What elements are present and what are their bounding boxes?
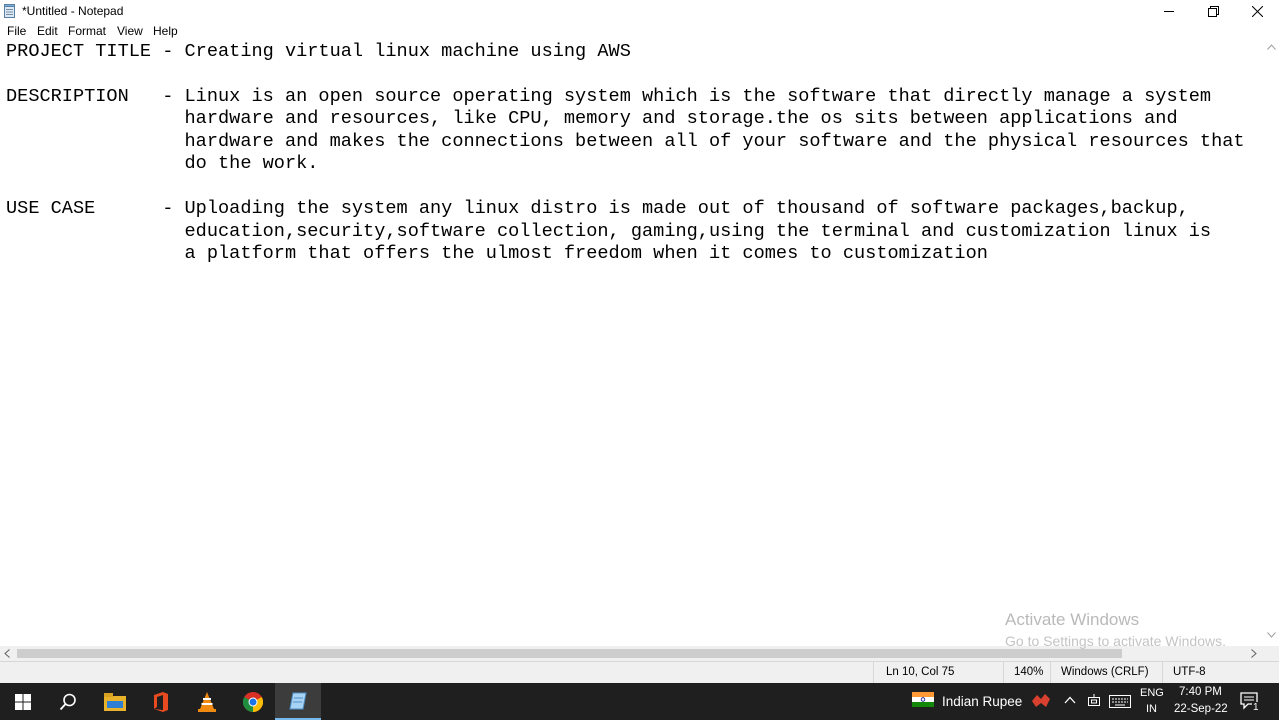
vlc-icon (198, 691, 216, 712)
status-bar: Ln 10, Col 75 140% Windows (CRLF) UTF-8 (0, 661, 1279, 684)
chrome-icon (243, 691, 263, 712)
text-line: hardware and resources, like CPU, memory… (6, 108, 1178, 129)
scroll-up-icon[interactable] (1267, 44, 1276, 50)
menu-format[interactable]: Format (68, 24, 106, 38)
menu-view[interactable]: View (117, 24, 143, 38)
search-icon (59, 693, 76, 710)
notepad-icon (4, 4, 15, 18)
clock-date[interactable]: 22-Sep-22 (1174, 703, 1228, 715)
title-bar: *Untitled - Notepad (0, 0, 1279, 22)
notepad-icon (289, 692, 307, 709)
vertical-scrollbar[interactable] (1264, 40, 1279, 646)
activation-watermark-title: Activate Windows (1005, 610, 1140, 629)
notification-count: 1 (1252, 702, 1260, 713)
horizontal-scroll-thumb[interactable] (17, 649, 1122, 658)
keyboard-icon[interactable] (1109, 695, 1131, 708)
file-explorer-icon (104, 692, 126, 711)
scroll-left-icon[interactable] (4, 649, 10, 658)
close-button[interactable] (1235, 0, 1279, 22)
encoding: UTF-8 (1173, 666, 1206, 678)
close-icon (1251, 5, 1263, 17)
taskbar-notepad[interactable] (275, 683, 321, 720)
minimize-button[interactable] (1147, 0, 1191, 22)
taskbar-vlc[interactable] (184, 683, 230, 720)
activation-watermark-subtitle: Go to Settings to activate Windows. (1005, 633, 1226, 649)
text-line: PROJECT TITLE - Creating virtual linux m… (6, 41, 631, 62)
taskbar: Indian Rupee ENG IN 7:40 PM 22-Sep-22 1 (0, 683, 1279, 720)
menu-edit[interactable]: Edit (37, 24, 58, 38)
antivirus-icon[interactable] (1031, 693, 1051, 709)
text-line: do the work. (6, 153, 319, 174)
text-line: hardware and makes the connections betwe… (6, 131, 1245, 152)
text-line: education,security,software collection, … (6, 221, 1212, 242)
text-line: DESCRIPTION - Linux is an open source op… (6, 86, 1212, 107)
window-title: *Untitled - Notepad (22, 4, 124, 18)
minimize-icon (1164, 11, 1174, 12)
clock-time[interactable]: 7:40 PM (1179, 686, 1222, 698)
windows-start-icon (15, 693, 31, 710)
start-button[interactable] (0, 683, 46, 720)
text-line: USE CASE - Uploading the system any linu… (6, 198, 1189, 219)
text-line: a platform that offers the ulmost freedo… (6, 243, 988, 264)
language-indicator-top[interactable]: ENG (1140, 687, 1164, 699)
menu-help[interactable]: Help (153, 24, 178, 38)
cursor-position: Ln 10, Col 75 (886, 666, 955, 678)
india-flag-icon (912, 692, 934, 707)
chevron-up-icon[interactable] (1064, 696, 1076, 704)
menu-file[interactable]: File (7, 24, 26, 38)
network-icon[interactable] (1087, 693, 1101, 709)
scroll-down-icon[interactable] (1267, 632, 1276, 638)
taskbar-chrome[interactable] (230, 683, 276, 720)
menu-bar: File Edit Format View Help (0, 22, 1279, 40)
search-button[interactable] (45, 683, 91, 720)
text-editor[interactable]: PROJECT TITLE - Creating virtual linux m… (0, 40, 1264, 646)
line-ending: Windows (CRLF) (1061, 666, 1149, 678)
language-indicator-bottom[interactable]: IN (1146, 703, 1157, 715)
office-icon (154, 691, 168, 712)
zoom-level: 140% (1014, 666, 1044, 678)
taskbar-office[interactable] (138, 683, 184, 720)
scroll-right-icon[interactable] (1251, 649, 1257, 658)
currency-widget-label[interactable]: Indian Rupee (942, 694, 1022, 709)
maximize-icon (1207, 5, 1219, 17)
scrollbar-corner (1264, 646, 1279, 661)
taskbar-file-explorer[interactable] (92, 683, 138, 720)
restore-button[interactable] (1191, 0, 1235, 22)
